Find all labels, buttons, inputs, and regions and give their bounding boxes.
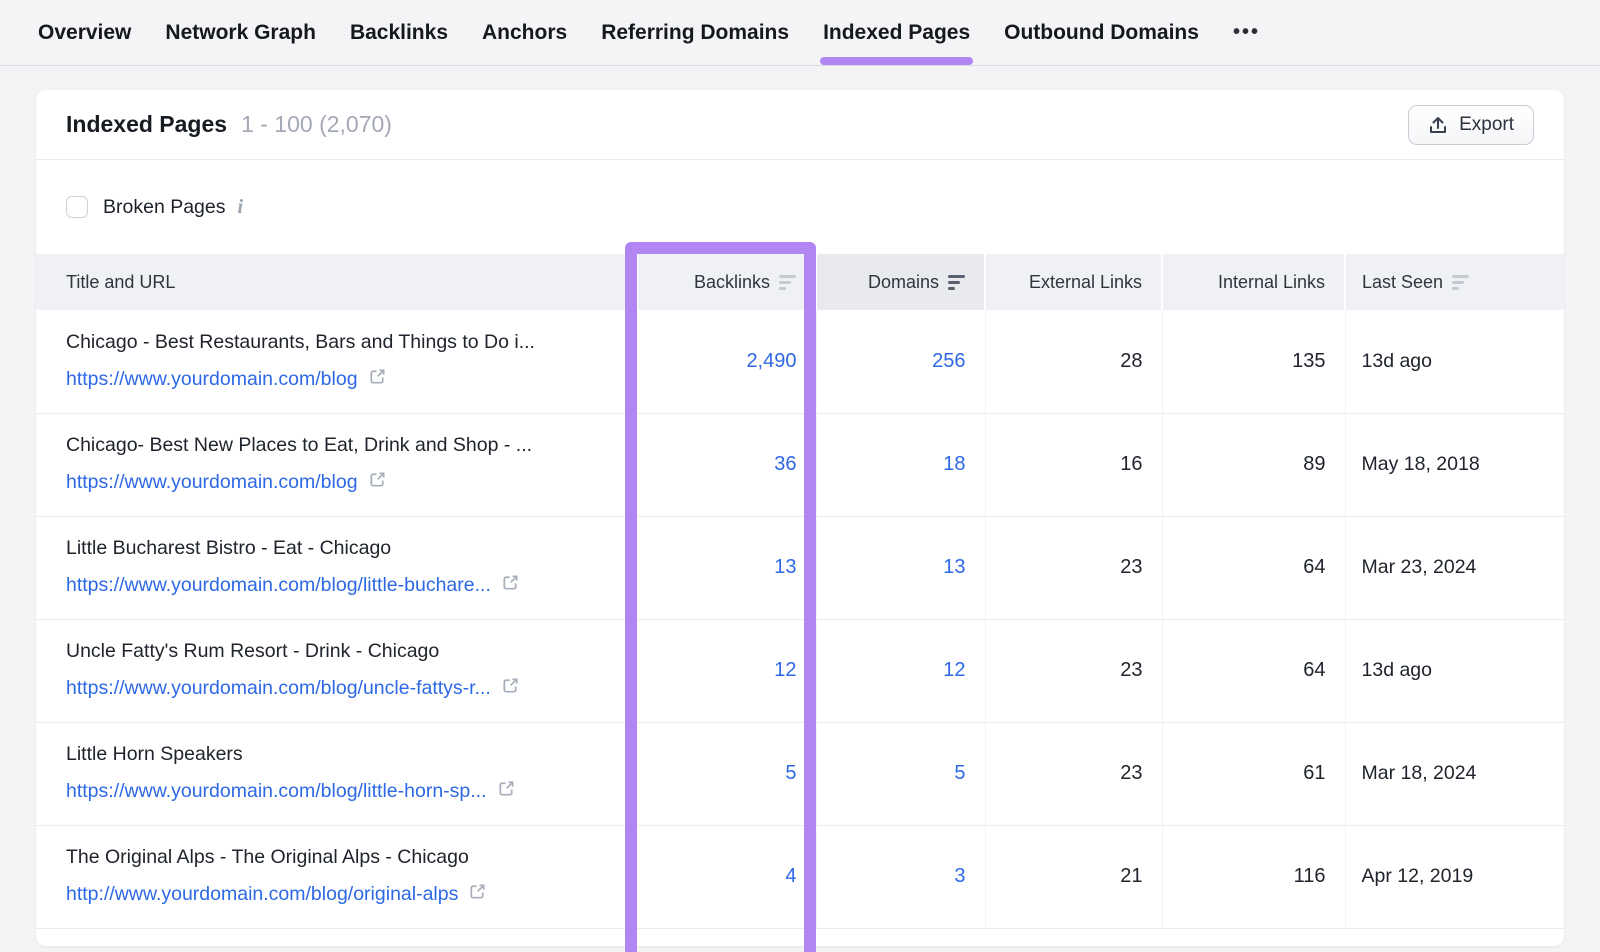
column-header-backlinks[interactable]: Backlinks (637, 254, 816, 310)
table-row: Chicago- Best New Places to Eat, Drink a… (36, 413, 1564, 516)
column-header-internal-links: Internal Links (1162, 254, 1345, 310)
backlinks-value[interactable]: 2,490 (746, 350, 796, 372)
backlinks-value[interactable]: 12 (774, 659, 796, 681)
broken-pages-label: Broken Pages (103, 196, 226, 219)
row-url-link[interactable]: https://www.yourdomain.com/blog/uncle-fa… (66, 677, 491, 700)
column-header-last-seen[interactable]: Last Seen (1345, 254, 1564, 310)
row-title: Chicago- Best New Places to Eat, Drink a… (66, 434, 637, 457)
internal-links-value: 89 (1162, 413, 1345, 516)
indexed-pages-table: Title and URL Backlinks Domains External… (36, 254, 1564, 929)
backlinks-value[interactable]: 13 (774, 556, 796, 578)
table-row: Uncle Fatty's Rum Resort - Drink - Chica… (36, 619, 1564, 722)
last-seen-value: Mar 23, 2024 (1345, 516, 1564, 619)
last-seen-value: Apr 12, 2019 (1345, 825, 1564, 928)
internal-links-value: 64 (1162, 516, 1345, 619)
row-title: Little Bucharest Bistro - Eat - Chicago (66, 537, 637, 560)
sort-active-icon (948, 275, 965, 290)
filter-controls: Broken Pages i (36, 160, 1564, 254)
tab-network-graph[interactable]: Network Graph (165, 0, 316, 65)
row-title: Uncle Fatty's Rum Resort - Drink - Chica… (66, 640, 637, 663)
internal-links-value: 64 (1162, 619, 1345, 722)
tab-referring-domains[interactable]: Referring Domains (601, 0, 789, 65)
column-header-title-url: Title and URL (36, 254, 637, 310)
external-link-icon[interactable] (501, 573, 520, 598)
row-url-link[interactable]: http://www.yourdomain.com/blog/original-… (66, 883, 458, 906)
backlinks-value[interactable]: 36 (774, 453, 796, 475)
tab-indexed-pages[interactable]: Indexed Pages (823, 0, 970, 65)
table-header-row: Title and URL Backlinks Domains External… (36, 254, 1564, 310)
table-row: Little Bucharest Bistro - Eat - Chicago … (36, 516, 1564, 619)
row-url-link[interactable]: https://www.yourdomain.com/blog/little-h… (66, 780, 487, 803)
table-row: Little Horn Speakers https://www.yourdom… (36, 722, 1564, 825)
row-title: Little Horn Speakers (66, 743, 637, 766)
external-link-icon[interactable] (501, 676, 520, 701)
tab-outbound-domains[interactable]: Outbound Domains (1004, 0, 1199, 65)
export-button[interactable]: Export (1408, 105, 1534, 145)
domains-value[interactable]: 12 (943, 659, 965, 681)
internal-links-value: 61 (1162, 722, 1345, 825)
page-title: Indexed Pages (66, 111, 227, 138)
external-link-icon[interactable] (368, 367, 387, 392)
external-links-value: 21 (985, 825, 1162, 928)
domains-value[interactable]: 3 (954, 865, 965, 887)
sort-icon (1452, 275, 1469, 290)
external-links-value: 28 (985, 310, 1162, 413)
domains-value[interactable]: 18 (943, 453, 965, 475)
external-link-icon[interactable] (368, 470, 387, 495)
external-link-icon[interactable] (468, 882, 487, 907)
report-tabs: Overview Network Graph Backlinks Anchors… (0, 0, 1600, 66)
table-row: The Original Alps - The Original Alps - … (36, 825, 1564, 928)
column-header-external-links: External Links (985, 254, 1162, 310)
last-seen-value: Mar 18, 2024 (1345, 722, 1564, 825)
table-row: Chicago - Best Restaurants, Bars and Thi… (36, 310, 1564, 413)
row-url-link[interactable]: https://www.yourdomain.com/blog (66, 471, 358, 494)
export-icon (1428, 115, 1448, 135)
tab-overview[interactable]: Overview (38, 0, 131, 65)
more-tabs-icon[interactable]: ••• (1233, 0, 1260, 65)
last-seen-value: 13d ago (1345, 619, 1564, 722)
external-links-value: 16 (985, 413, 1162, 516)
external-links-value: 23 (985, 619, 1162, 722)
tab-backlinks[interactable]: Backlinks (350, 0, 448, 65)
info-icon[interactable]: i (238, 196, 244, 219)
column-header-domains[interactable]: Domains (816, 254, 985, 310)
last-seen-value: 13d ago (1345, 310, 1564, 413)
sort-icon (779, 275, 796, 290)
last-seen-value: May 18, 2018 (1345, 413, 1564, 516)
external-link-icon[interactable] (497, 779, 516, 804)
indexed-pages-panel: Indexed Pages 1 - 100 (2,070) Export Bro… (36, 90, 1564, 946)
internal-links-value: 116 (1162, 825, 1345, 928)
external-links-value: 23 (985, 516, 1162, 619)
row-url-link[interactable]: https://www.yourdomain.com/blog/little-b… (66, 574, 491, 597)
external-links-value: 23 (985, 722, 1162, 825)
panel-header: Indexed Pages 1 - 100 (2,070) Export (36, 90, 1564, 160)
row-url-link[interactable]: https://www.yourdomain.com/blog (66, 368, 358, 391)
row-title: Chicago - Best Restaurants, Bars and Thi… (66, 331, 637, 354)
result-range: 1 - 100 (2,070) (241, 111, 392, 138)
backlinks-value[interactable]: 5 (785, 762, 796, 784)
domains-value[interactable]: 256 (932, 350, 965, 372)
export-label: Export (1459, 114, 1514, 136)
domains-value[interactable]: 5 (954, 762, 965, 784)
domains-value[interactable]: 13 (943, 556, 965, 578)
backlinks-value[interactable]: 4 (785, 865, 796, 887)
broken-pages-checkbox[interactable] (66, 196, 88, 218)
row-title: The Original Alps - The Original Alps - … (66, 846, 637, 869)
tab-anchors[interactable]: Anchors (482, 0, 567, 65)
internal-links-value: 135 (1162, 310, 1345, 413)
